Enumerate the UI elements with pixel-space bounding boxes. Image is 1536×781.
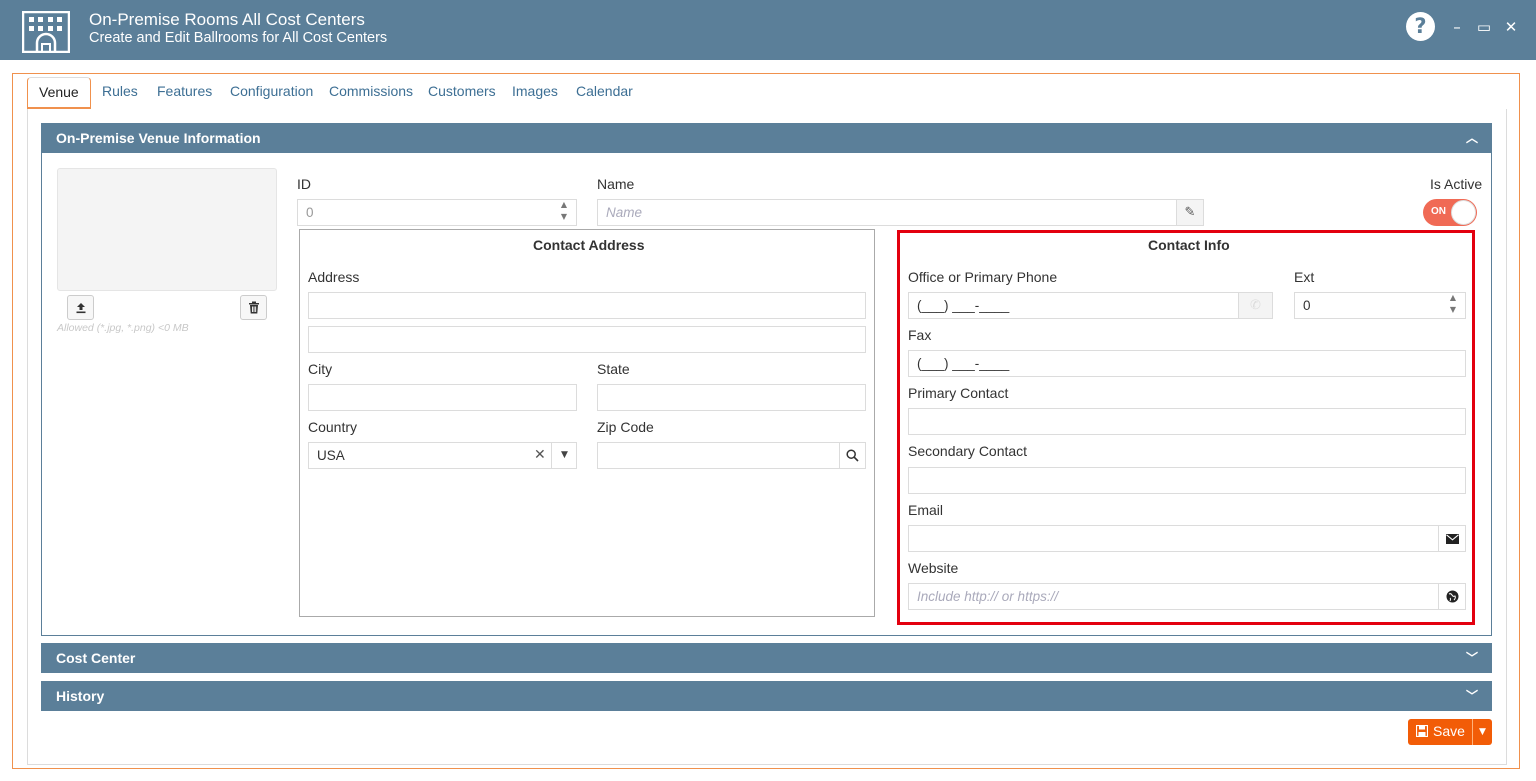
zip-code-input[interactable]: [597, 442, 840, 469]
email-label: Email: [908, 502, 944, 518]
search-icon: [846, 449, 859, 462]
maximize-button[interactable]: ▭: [1475, 16, 1493, 38]
is-active-toggle[interactable]: ON: [1423, 199, 1477, 226]
venue-section-title: On-Premise Venue Information: [56, 130, 261, 146]
address-line2-input[interactable]: [308, 326, 866, 353]
country-value: USA: [317, 448, 345, 463]
secondary-contact-label: Secondary Contact: [908, 443, 1028, 459]
window-subtitle: Create and Edit Ballrooms for All Cost C…: [89, 30, 388, 46]
chevron-up-icon[interactable]: ︿: [1466, 123, 1478, 153]
contact-info-title: Contact Info: [1148, 237, 1230, 253]
minimize-button[interactable]: –: [1448, 16, 1466, 38]
trash-icon: [248, 301, 259, 314]
floppy-disk-icon: [1416, 725, 1428, 737]
chevron-down-icon[interactable]: ▼: [551, 443, 577, 468]
cost-center-section-header[interactable]: Cost Center ﹀: [41, 643, 1492, 673]
help-icon[interactable]: ?: [1406, 12, 1435, 41]
toggle-state: ON: [1431, 206, 1446, 217]
contact-address-panel: [299, 229, 875, 617]
tab-calendar[interactable]: Calendar: [576, 77, 633, 109]
allowed-file-types: Allowed (*.jpg, *.png) <0 MB: [57, 322, 189, 334]
tab-commissions[interactable]: Commissions: [329, 77, 413, 109]
upload-button[interactable]: [67, 295, 94, 320]
venue-image-placeholder[interactable]: [57, 168, 277, 291]
edit-name-button[interactable]: ✎: [1176, 199, 1204, 226]
id-input[interactable]: [297, 199, 577, 226]
contact-address-title: Contact Address: [533, 237, 645, 253]
tab-images[interactable]: Images: [512, 77, 558, 109]
ext-input[interactable]: [1294, 292, 1466, 319]
history-section-header[interactable]: History ﹀: [41, 681, 1492, 711]
office-phone-label: Office or Primary Phone: [908, 269, 1058, 285]
venue-section-header[interactable]: On-Premise Venue Information ︿: [41, 123, 1492, 153]
state-input[interactable]: [597, 384, 866, 411]
country-select[interactable]: USA ✕ ▼: [308, 442, 577, 469]
chevron-down-icon[interactable]: ﹀: [1466, 681, 1478, 711]
history-title: History: [56, 688, 105, 704]
ext-label: Ext: [1294, 269, 1315, 285]
city-input[interactable]: [308, 384, 577, 411]
name-input[interactable]: [597, 199, 1177, 226]
office-phone-input[interactable]: [908, 292, 1239, 319]
tab-configuration[interactable]: Configuration: [230, 77, 313, 109]
open-website-button[interactable]: [1438, 583, 1466, 610]
email-input[interactable]: [908, 525, 1439, 552]
chevron-down-icon[interactable]: ﹀: [1466, 643, 1478, 673]
zip-search-button[interactable]: [839, 442, 866, 469]
globe-icon: [1446, 590, 1458, 603]
save-label: Save: [1433, 723, 1465, 739]
country-label: Country: [308, 419, 358, 435]
window-title: On-Premise Rooms All Cost Centers: [89, 10, 365, 29]
city-label: City: [308, 361, 333, 377]
delete-image-button[interactable]: [240, 295, 267, 320]
website-input[interactable]: [908, 583, 1439, 610]
envelope-icon: [1445, 534, 1459, 544]
state-label: State: [597, 361, 630, 377]
is-active-label: Is Active: [1430, 176, 1483, 192]
primary-contact-label: Primary Contact: [908, 385, 1009, 401]
phone-icon: ✆: [1250, 298, 1261, 313]
secondary-contact-input[interactable]: [908, 467, 1466, 494]
tab-venue[interactable]: Venue: [27, 77, 91, 109]
id-label: ID: [297, 176, 311, 192]
pencil-icon: ✎: [1184, 205, 1196, 220]
primary-contact-input[interactable]: [908, 408, 1466, 435]
tab-rules[interactable]: Rules: [102, 77, 138, 109]
save-options-caret[interactable]: ▼: [1472, 719, 1492, 745]
name-label: Name: [597, 176, 635, 192]
clear-icon[interactable]: ✕: [534, 443, 546, 468]
address-line1-input[interactable]: [308, 292, 866, 319]
toggle-knob: [1451, 200, 1476, 225]
title-bar: On-Premise Rooms All Cost Centers Create…: [0, 0, 1536, 60]
tab-features[interactable]: Features: [157, 77, 212, 109]
fax-label: Fax: [908, 327, 932, 343]
send-email-button[interactable]: [1438, 525, 1466, 552]
id-stepper[interactable]: ▲ ▼: [554, 199, 574, 226]
close-button[interactable]: ✕: [1502, 16, 1520, 38]
save-button[interactable]: Save ▼: [1408, 719, 1492, 745]
tab-customers[interactable]: Customers: [428, 77, 496, 109]
call-button[interactable]: ✆: [1238, 292, 1273, 319]
zip-code-label: Zip Code: [597, 419, 654, 435]
upload-icon: [76, 303, 85, 314]
cost-center-title: Cost Center: [56, 650, 136, 666]
building-icon: [22, 11, 70, 53]
ext-stepper[interactable]: ▲ ▼: [1443, 292, 1463, 319]
fax-input[interactable]: [908, 350, 1466, 377]
website-label: Website: [908, 560, 959, 576]
address-label: Address: [308, 269, 360, 285]
